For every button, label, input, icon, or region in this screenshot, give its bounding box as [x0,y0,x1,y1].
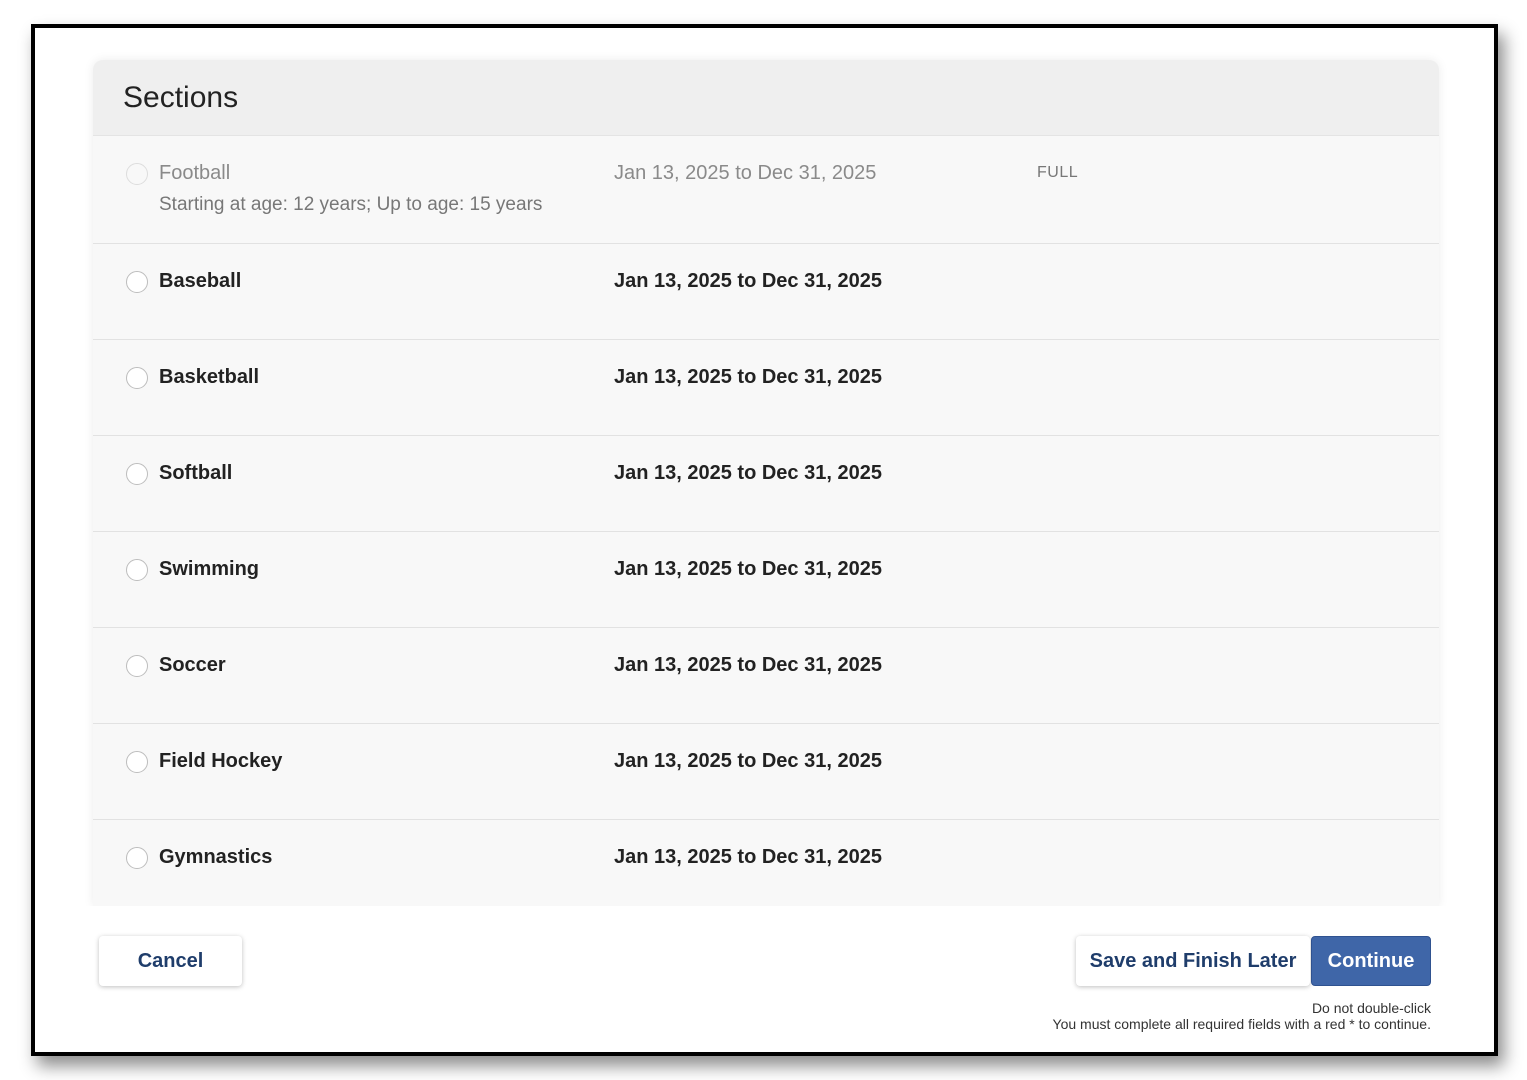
section-row-basketball[interactable]: Basketball Jan 13, 2025 to Dec 31, 2025 [93,340,1439,436]
section-age-range: Starting at age: 12 years; Up to age: 15… [159,194,543,215]
section-name: Soccer [159,654,226,676]
dialog-footer: Cancel Save and Finish Later Continue Do… [35,906,1494,1052]
section-row-soccer[interactable]: Soccer Jan 13, 2025 to Dec 31, 2025 [93,628,1439,724]
section-row-softball[interactable]: Softball Jan 13, 2025 to Dec 31, 2025 [93,436,1439,532]
cancel-button[interactable]: Cancel [99,936,242,986]
section-dates: Jan 13, 2025 to Dec 31, 2025 [614,162,877,184]
section-radio-gymnastics[interactable] [126,847,148,869]
section-row-gymnastics[interactable]: Gymnastics Jan 13, 2025 to Dec 31, 2025 [93,820,1439,906]
panel-header: Sections [93,60,1439,136]
dialog-frame: Sections Football Starting at age: 12 ye… [31,24,1498,1056]
section-dates: Jan 13, 2025 to Dec 31, 2025 [614,270,882,292]
status-badge: FULL [1037,164,1079,181]
section-dates: Jan 13, 2025 to Dec 31, 2025 [614,846,882,868]
section-radio-basketball[interactable] [126,367,148,389]
section-radio-field-hockey[interactable] [126,751,148,773]
section-name: Basketball [159,366,260,388]
section-dates: Jan 13, 2025 to Dec 31, 2025 [614,750,882,772]
save-and-finish-later-button[interactable]: Save and Finish Later [1076,936,1310,986]
section-radio-softball[interactable] [126,463,148,485]
section-dates: Jan 13, 2025 to Dec 31, 2025 [614,654,882,676]
section-row-swimming[interactable]: Swimming Jan 13, 2025 to Dec 31, 2025 [93,532,1439,628]
section-radio-baseball[interactable] [126,271,148,293]
section-row-football: Football Starting at age: 12 years; Up t… [93,136,1439,244]
section-row-field-hockey[interactable]: Field Hockey Jan 13, 2025 to Dec 31, 202… [93,724,1439,820]
section-dates: Jan 13, 2025 to Dec 31, 2025 [614,366,882,388]
required-fields-note: You must complete all required fields wi… [1052,1016,1431,1032]
section-name: Football [159,162,231,184]
section-radio-swimming[interactable] [126,559,148,581]
section-name: Field Hockey [159,750,283,772]
section-radio-soccer[interactable] [126,655,148,677]
continue-button[interactable]: Continue [1311,936,1431,986]
section-name: Swimming [159,558,260,580]
panel-title: Sections [123,80,239,114]
section-name: Softball [159,462,233,484]
double-click-warning: Do not double-click [1311,1000,1431,1016]
section-radio-football [126,163,148,185]
section-dates: Jan 13, 2025 to Dec 31, 2025 [614,462,882,484]
section-name: Gymnastics [159,846,273,868]
section-dates: Jan 13, 2025 to Dec 31, 2025 [614,558,882,580]
sections-panel: Sections Football Starting at age: 12 ye… [93,60,1439,906]
section-row-baseball[interactable]: Baseball Jan 13, 2025 to Dec 31, 2025 [93,244,1439,340]
section-name: Baseball [159,270,242,292]
